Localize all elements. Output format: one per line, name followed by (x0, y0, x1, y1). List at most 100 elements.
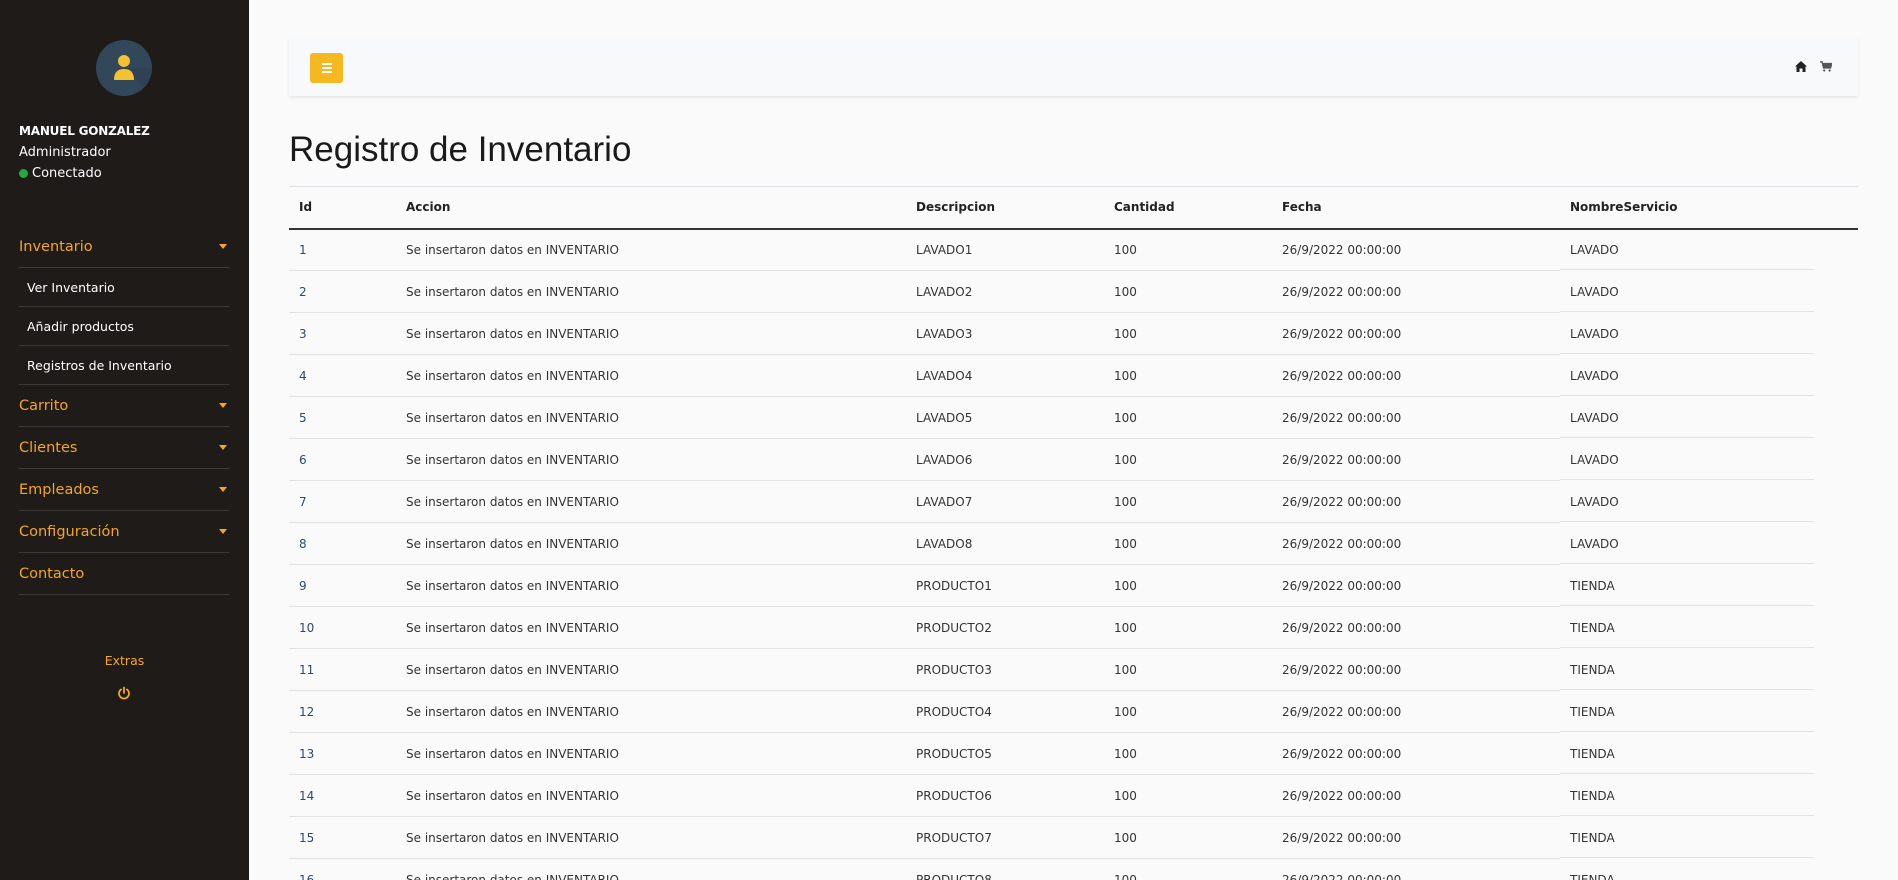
cell-accion: Se insertaron datos en INVENTARIO (396, 396, 906, 439)
cell-nombreservicio: TIENDA (1560, 816, 1858, 859)
caret-down-icon (219, 445, 227, 450)
cell-fecha: 26/9/2022 00:00:00 (1272, 312, 1560, 355)
cell-id: 4 (289, 354, 396, 397)
cell-fecha: 26/9/2022 00:00:00 (1272, 438, 1560, 481)
sidebar-item-inventario[interactable]: Inventario (19, 226, 229, 268)
cell-fecha: 26/9/2022 00:00:00 (1272, 816, 1560, 859)
table-row: 14 Se insertaron datos en INVENTARIO PRODU… (289, 774, 1858, 817)
column-header-id[interactable]: Id (289, 186, 396, 230)
cell-id: 9 (289, 564, 396, 607)
cell-accion: Se insertaron datos en INVENTARIO (396, 816, 906, 859)
sidebar-toggle-button[interactable] (310, 53, 343, 83)
cell-fecha: 26/9/2022 00:00:00 (1272, 774, 1560, 817)
submenu-item-anadir-productos[interactable]: Añadir productos (19, 307, 229, 346)
extras-label: Extras (104, 653, 145, 668)
cell-cantidad: 100 (1104, 606, 1272, 649)
cell-accion: Se insertaron datos en INVENTARIO (396, 480, 906, 523)
table-row: 11 Se insertaron datos en INVENTARIO PRODU… (289, 648, 1858, 691)
cell-descripcion: PRODUCTO5 (906, 732, 1104, 775)
table-body: 1 Se insertaron datos en INVENTARIO LAVADO… (289, 228, 1858, 880)
cell-cantidad: 100 (1104, 732, 1272, 775)
table-row: 15 Se insertaron datos en INVENTARIO PRODU… (289, 816, 1858, 859)
home-icon[interactable] (1795, 61, 1807, 72)
cell-cantidad: 100 (1104, 774, 1272, 817)
cell-fecha: 26/9/2022 00:00:00 (1272, 690, 1560, 733)
submenu-item-ver-inventario[interactable]: Ver Inventario (19, 268, 229, 307)
cell-cantidad: 100 (1104, 522, 1272, 565)
cell-id: 12 (289, 690, 396, 733)
cell-fecha: 26/9/2022 00:00:00 (1272, 354, 1560, 397)
cell-nombreservicio: TIENDA (1560, 858, 1858, 880)
cell-nombreservicio: TIENDA (1560, 648, 1858, 691)
column-header-descripcion[interactable]: Descripcion (906, 186, 1104, 230)
sidebar-item-label: Configuración (19, 523, 120, 540)
cell-descripcion: LAVADO6 (906, 438, 1104, 481)
cell-cantidad: 100 (1104, 648, 1272, 691)
cell-fecha: 26/9/2022 00:00:00 (1272, 522, 1560, 565)
column-header-cantidad[interactable]: Cantidad (1104, 186, 1272, 230)
cart-icon[interactable] (1820, 61, 1832, 72)
cell-cantidad: 100 (1104, 396, 1272, 439)
table-row: 7 Se insertaron datos en INVENTARIO LAVADO… (289, 480, 1858, 523)
cell-id: 7 (289, 480, 396, 523)
cell-nombreservicio: LAVADO (1560, 312, 1858, 355)
inventory-table-container: Id Accion Descripcion Cantidad Fecha Nom… (289, 186, 1858, 880)
column-header-nombreservicio[interactable]: NombreServicio (1560, 186, 1858, 230)
inventory-table: Id Accion Descripcion Cantidad Fecha Nom… (289, 186, 1858, 880)
table-row: 2 Se insertaron datos en INVENTARIO LAVADO… (289, 270, 1858, 313)
cell-cantidad: 100 (1104, 438, 1272, 481)
cell-cantidad: 100 (1104, 564, 1272, 607)
cell-accion: Se insertaron datos en INVENTARIO (396, 732, 906, 775)
cell-descripcion: PRODUCTO6 (906, 774, 1104, 817)
cell-descripcion: LAVADO8 (906, 522, 1104, 565)
cell-descripcion: LAVADO7 (906, 480, 1104, 523)
cell-id: 2 (289, 270, 396, 313)
cell-nombreservicio: LAVADO (1560, 270, 1858, 313)
topbar (289, 37, 1858, 96)
sidebar-item-empleados[interactable]: Empleados (19, 469, 229, 511)
cell-descripcion: PRODUCTO8 (906, 858, 1104, 880)
cell-nombreservicio: LAVADO (1560, 228, 1858, 271)
cell-cantidad: 100 (1104, 228, 1272, 271)
hamburger-icon-line (321, 67, 332, 69)
cell-accion: Se insertaron datos en INVENTARIO (396, 690, 906, 733)
sidebar-item-configuracion[interactable]: Configuración (19, 511, 229, 553)
cell-nombreservicio: TIENDA (1560, 690, 1858, 733)
column-header-fecha[interactable]: Fecha (1272, 186, 1560, 230)
table-row: 10 Se insertaron datos en INVENTARIO PRODU… (289, 606, 1858, 649)
cell-fecha: 26/9/2022 00:00:00 (1272, 228, 1560, 271)
table-row: 16 Se insertaron datos en INVENTARIO PRODU… (289, 858, 1858, 880)
page-title: Registro de Inventario (289, 130, 632, 169)
cell-accion: Se insertaron datos en INVENTARIO (396, 438, 906, 481)
table-row: 12 Se insertaron datos en INVENTARIO PRODU… (289, 690, 1858, 733)
power-icon[interactable] (117, 686, 131, 700)
cell-nombreservicio: TIENDA (1560, 564, 1858, 607)
cell-accion: Se insertaron datos en INVENTARIO (396, 354, 906, 397)
cell-descripcion: PRODUCTO4 (906, 690, 1104, 733)
cell-id: 3 (289, 312, 396, 355)
table-row: 6 Se insertaron datos en INVENTARIO LAVADO… (289, 438, 1858, 481)
sidebar-item-contacto[interactable]: Contacto (19, 553, 229, 595)
cell-descripcion: PRODUCTO3 (906, 648, 1104, 691)
cell-fecha: 26/9/2022 00:00:00 (1272, 732, 1560, 775)
sidebar-item-label: Clientes (19, 439, 78, 456)
cell-nombreservicio: TIENDA (1560, 732, 1858, 775)
caret-down-icon (219, 403, 227, 408)
cell-id: 1 (289, 228, 396, 271)
user-status-label: Conectado (32, 166, 102, 181)
sidebar-item-clientes[interactable]: Clientes (19, 427, 229, 469)
submenu-item-registros-inventario[interactable]: Registros de Inventario (19, 346, 229, 385)
user-role: Administrador (19, 145, 111, 160)
cell-descripcion: LAVADO5 (906, 396, 1104, 439)
cell-nombreservicio: LAVADO (1560, 522, 1858, 565)
sidebar-item-carrito[interactable]: Carrito (19, 385, 229, 427)
cell-descripcion: PRODUCTO1 (906, 564, 1104, 607)
cell-descripcion: LAVADO4 (906, 354, 1104, 397)
cell-descripcion: LAVADO1 (906, 228, 1104, 271)
column-header-accion[interactable]: Accion (396, 186, 906, 230)
cell-accion: Se insertaron datos en INVENTARIO (396, 564, 906, 607)
cell-id: 11 (289, 648, 396, 691)
cell-fecha: 26/9/2022 00:00:00 (1272, 564, 1560, 607)
table-row: 8 Se insertaron datos en INVENTARIO LAVADO… (289, 522, 1858, 565)
table-row: 9 Se insertaron datos en INVENTARIO PRODUC… (289, 564, 1858, 607)
